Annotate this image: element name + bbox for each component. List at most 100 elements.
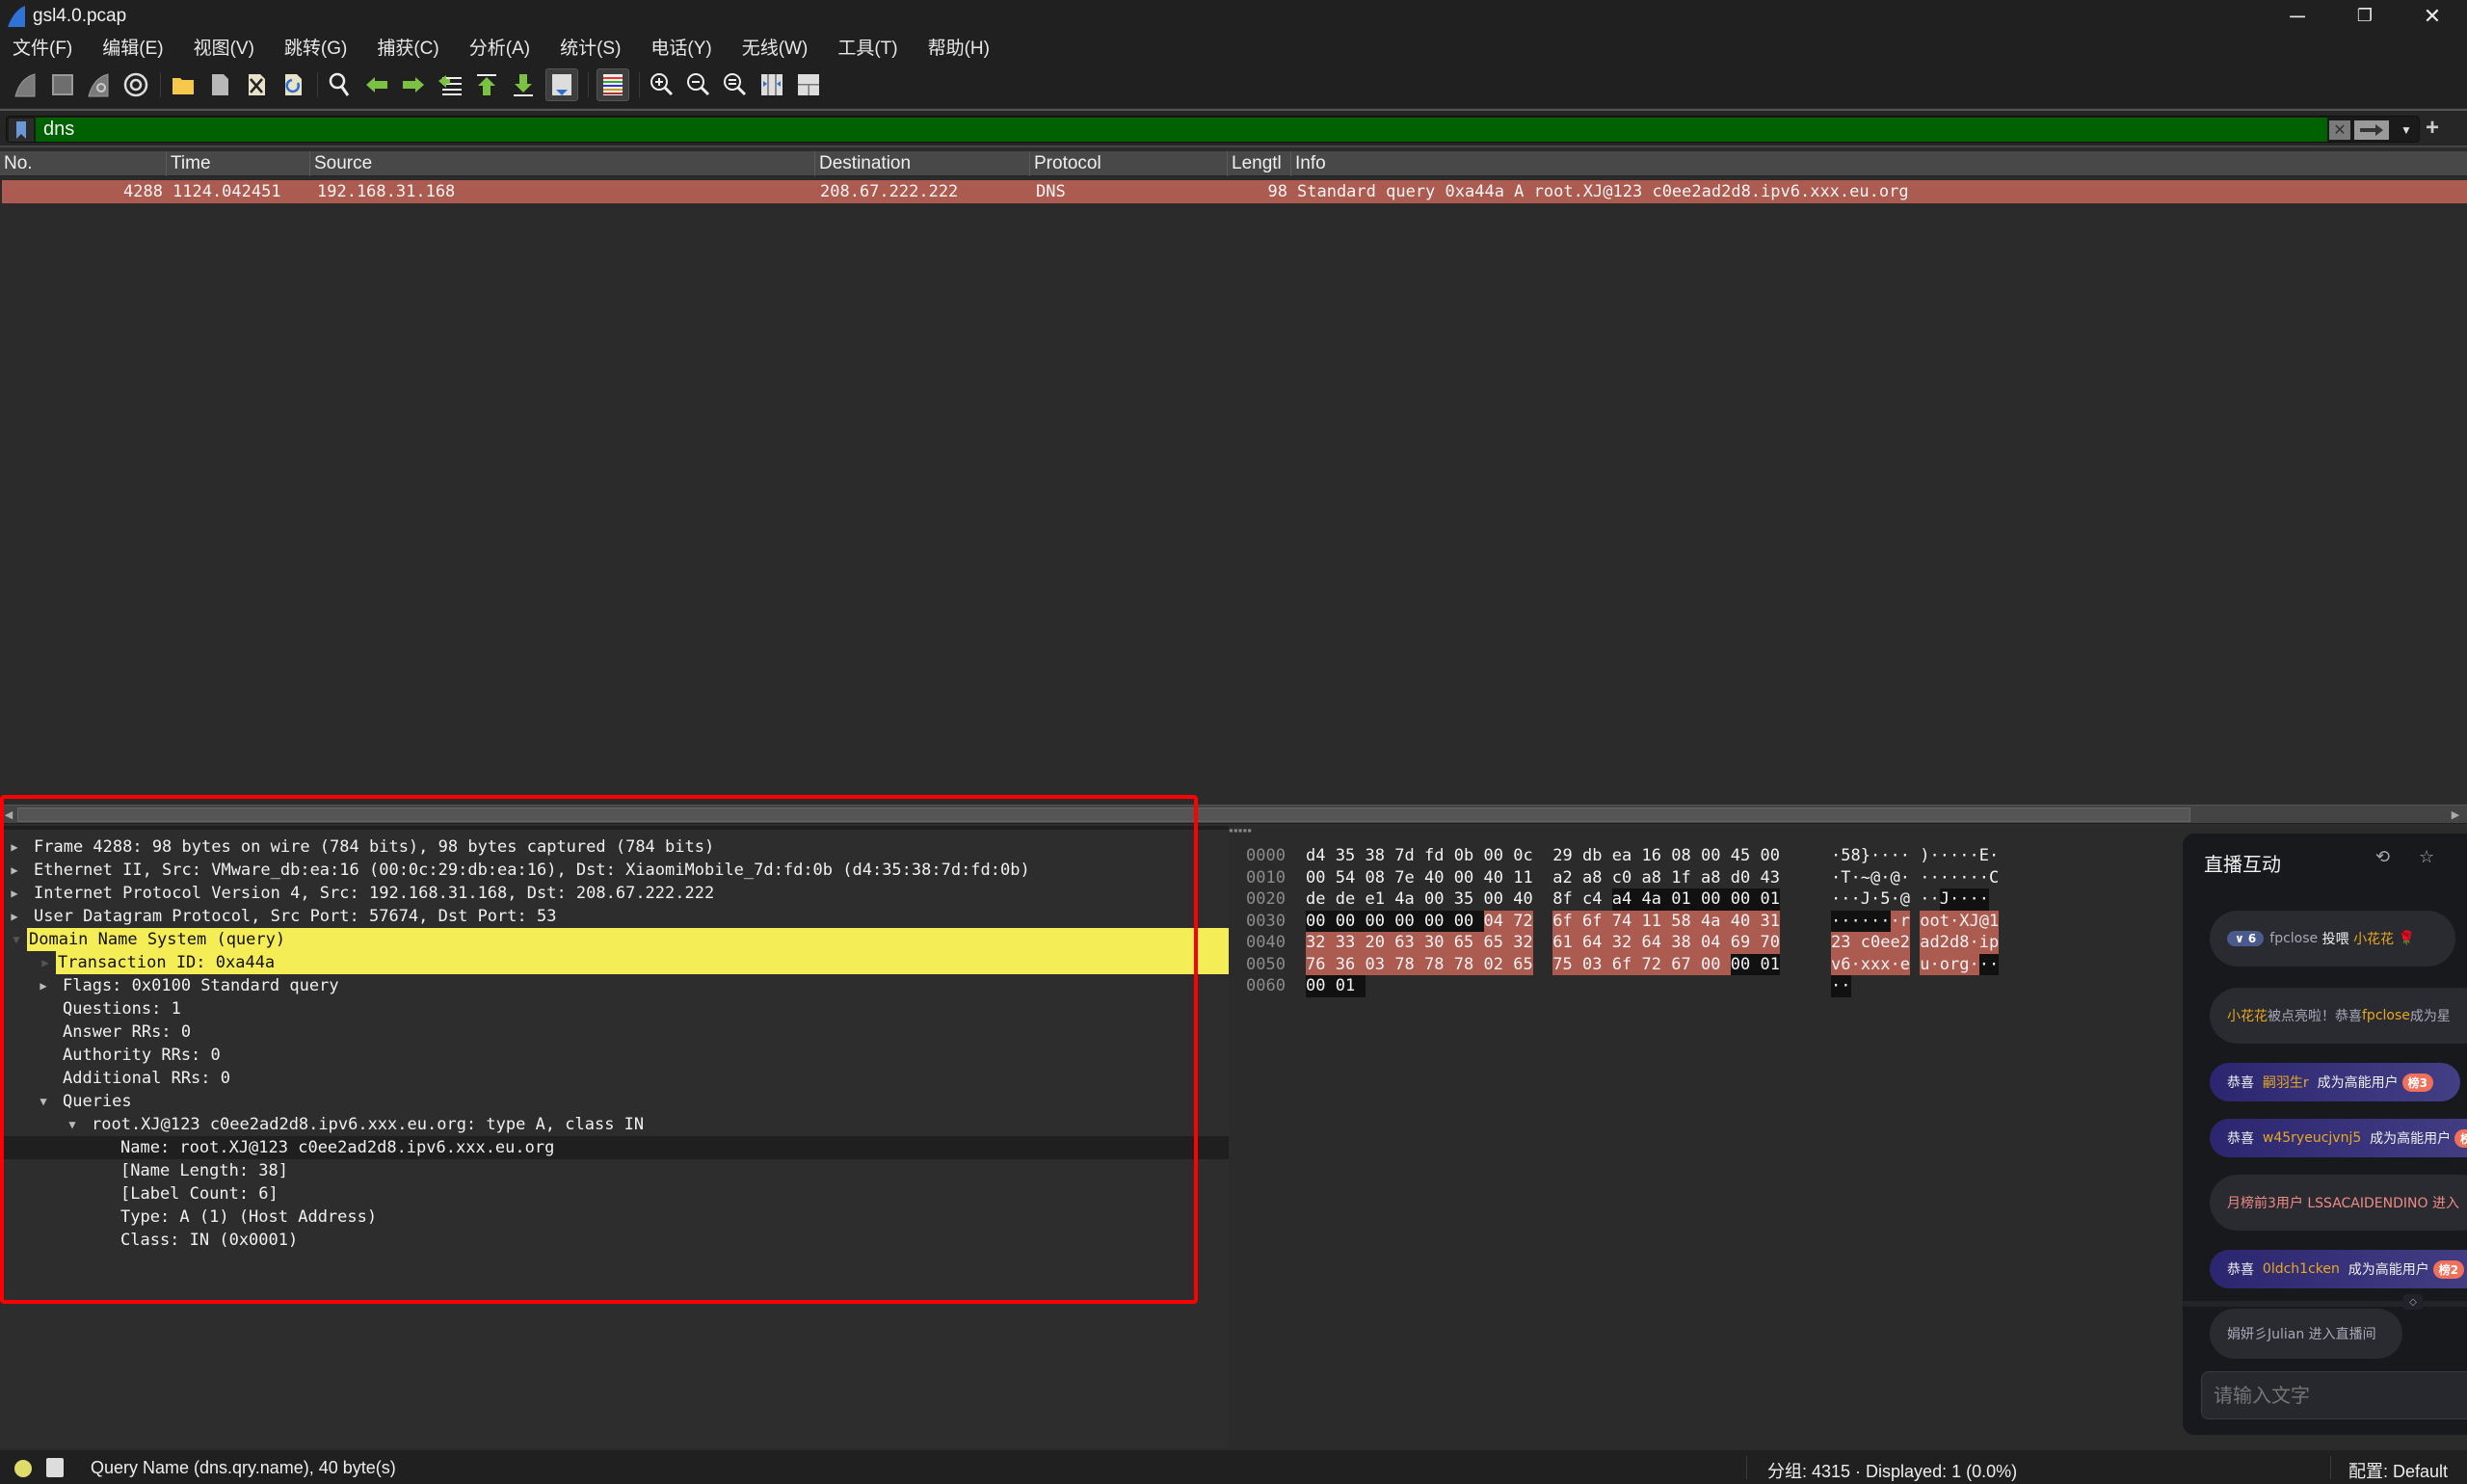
hex-byte[interactable]: 08 [1366, 867, 1395, 889]
ascii-char[interactable]: a [1920, 932, 1930, 954]
hex-byte[interactable]: 40 [1484, 867, 1514, 889]
hex-byte[interactable]: 40 [1730, 910, 1761, 932]
hex-byte[interactable]: 16 [1642, 845, 1672, 867]
hex-byte[interactable]: 01 [1671, 888, 1701, 911]
hex-byte[interactable]: 8f [1552, 888, 1582, 911]
chat-input[interactable] [2201, 1371, 2467, 1419]
hex-byte[interactable]: 0c [1513, 845, 1533, 867]
hex-byte[interactable]: 65 [1483, 932, 1514, 954]
scrollbar-thumb[interactable] [17, 808, 2190, 822]
hex-byte[interactable]: 01 [1335, 975, 1366, 997]
hex-byte[interactable]: 4a [1641, 888, 1672, 911]
ascii-char[interactable]: · [1900, 867, 1910, 889]
ascii-char[interactable]: · [1950, 910, 1960, 932]
hex-byte[interactable]: 00 [1701, 845, 1731, 867]
ascii-char[interactable]: p [1989, 932, 2000, 954]
hex-byte[interactable]: 1f [1671, 867, 1701, 889]
details-horizontal-scrollbar[interactable]: ◀ ▶ [0, 805, 2467, 824]
hex-byte[interactable]: 72 [1641, 953, 1672, 975]
hex-byte[interactable]: a8 [1582, 867, 1612, 889]
ascii-char[interactable]: · [1930, 867, 1940, 889]
expand-collapse-icon[interactable]: ◇ [2403, 1294, 2423, 1310]
details-tree-row[interactable]: ▼ root.XJ@123 c0ee2ad2d8.ipv6.xxx.eu.org:… [0, 1113, 1229, 1136]
details-tree-row[interactable]: Answer RRs: 0 [0, 1020, 1229, 1044]
hex-byte[interactable]: 63 [1394, 932, 1424, 954]
ascii-char[interactable]: J [1939, 888, 1950, 911]
hex-byte[interactable]: 00 [1701, 953, 1731, 975]
details-tree-row[interactable]: ▼ Queries [0, 1090, 1229, 1113]
menu-view[interactable]: 视图(V) [189, 34, 259, 60]
hex-byte[interactable]: 78 [1394, 953, 1424, 975]
menu-statistics[interactable]: 统计(S) [555, 34, 625, 60]
stop-capture-button[interactable] [48, 70, 77, 99]
hex-byte[interactable]: 35 [1454, 888, 1484, 911]
details-tree-row[interactable]: ▶ Flags: 0x0100 Standard query [0, 974, 1229, 997]
zoom-normal-button[interactable] [721, 70, 750, 99]
ascii-char[interactable]: @ [1891, 867, 1900, 889]
hex-byte[interactable]: 11 [1641, 910, 1672, 932]
ascii-char[interactable]: · [1870, 888, 1880, 911]
hex-byte[interactable]: 74 [1611, 910, 1642, 932]
ascii-char[interactable]: · [1831, 910, 1842, 932]
ascii-char[interactable]: r [1899, 910, 1910, 932]
hex-byte[interactable]: 32 [1513, 932, 1533, 954]
ascii-char[interactable]: · [1969, 932, 1979, 954]
chevron-right-icon[interactable]: ▶ [37, 974, 50, 997]
ascii-char[interactable]: 3 [1841, 932, 1851, 954]
hex-byte[interactable]: de [1306, 888, 1336, 911]
capture-options-button[interactable] [121, 70, 150, 99]
hex-byte[interactable]: 76 [1306, 953, 1336, 975]
filter-bookmark-button[interactable] [9, 119, 34, 142]
ascii-char[interactable]: r [1950, 953, 1960, 975]
hex-byte[interactable]: 00 [1484, 845, 1514, 867]
ascii-char[interactable]: · [1841, 975, 1851, 997]
ascii-char[interactable]: · [1890, 910, 1900, 932]
last-packet-button[interactable] [509, 70, 538, 99]
ascii-char[interactable]: · [1930, 888, 1940, 911]
hex-byte[interactable]: 35 [1336, 845, 1366, 867]
ascii-char[interactable]: 5 [1880, 888, 1890, 911]
autoscroll-button[interactable] [545, 67, 578, 101]
column-header-length[interactable]: Lengtl [1228, 151, 1291, 176]
ascii-char[interactable]: @ [1978, 910, 1989, 932]
ascii-char[interactable]: · [1940, 867, 1950, 889]
hex-byte[interactable]: 04 [1701, 932, 1731, 954]
ascii-char[interactable]: · [1929, 953, 1940, 975]
ascii-char[interactable]: · [1978, 888, 1989, 911]
hex-byte[interactable]: 00 [1701, 888, 1731, 911]
chevron-down-icon[interactable]: ▼ [37, 1090, 50, 1113]
ascii-char[interactable]: d [1929, 932, 1940, 954]
column-header-time[interactable]: Time [167, 151, 310, 176]
ascii-char[interactable]: · [1930, 845, 1940, 867]
hex-byte[interactable]: 00 [1424, 910, 1454, 932]
details-tree-row[interactable]: ▶ Internet Protocol Version 4, Src: 192.1… [0, 882, 1229, 905]
ascii-char[interactable]: · [1970, 845, 1979, 867]
hex-byte[interactable]: 40 [1424, 867, 1454, 889]
hex-byte[interactable]: 02 [1483, 953, 1514, 975]
ascii-char[interactable]: e [1890, 932, 1900, 954]
hex-byte[interactable]: a2 [1552, 867, 1582, 889]
ascii-char[interactable]: 2 [1831, 932, 1842, 954]
ascii-char[interactable]: · [1959, 888, 1970, 911]
ascii-char[interactable]: · [1831, 845, 1841, 867]
ascii-char[interactable]: · [1831, 888, 1841, 911]
hex-byte[interactable]: a8 [1701, 867, 1731, 889]
open-file-button[interactable] [169, 70, 198, 99]
hex-byte[interactable]: 00 [1454, 867, 1484, 889]
hex-byte[interactable]: 6f [1582, 910, 1612, 932]
display-filter-input[interactable] [36, 118, 2327, 142]
details-tree-row[interactable]: Authority RRs: 0 [0, 1044, 1229, 1067]
ascii-char[interactable]: @ [1870, 867, 1880, 889]
hex-byte[interactable]: 61 [1552, 932, 1582, 954]
hex-byte[interactable]: de [1336, 888, 1366, 911]
minimize-button[interactable]: ─ [2264, 0, 2331, 32]
details-tree-row[interactable]: Name: root.XJ@123 c0ee2ad2d8.ipv6.xxx.eu… [0, 1136, 1229, 1159]
capture-comment-icon[interactable] [46, 1458, 64, 1477]
hex-byte[interactable]: 01 [1760, 953, 1780, 975]
expert-info-status-icon[interactable] [14, 1460, 32, 1477]
hex-byte[interactable]: 00 [1306, 975, 1336, 997]
resize-columns-button[interactable] [757, 70, 786, 99]
hex-byte[interactable]: 58 [1671, 910, 1701, 932]
hex-byte[interactable]: 33 [1335, 932, 1366, 954]
hex-byte[interactable]: 75 [1552, 953, 1582, 975]
